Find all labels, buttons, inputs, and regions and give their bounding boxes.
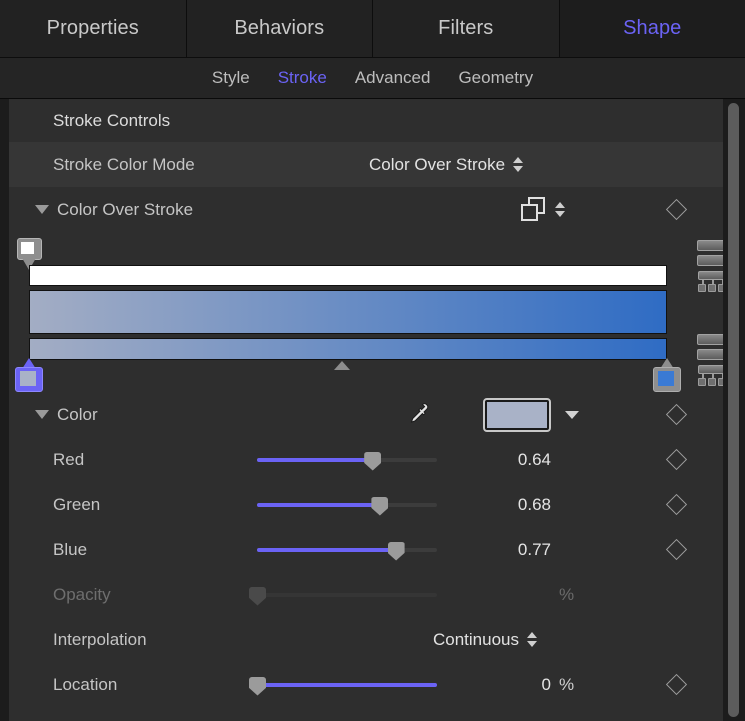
tab-properties-label: Properties xyxy=(47,17,139,40)
green-value[interactable]: 0.68 xyxy=(461,495,551,515)
red-label: Red xyxy=(53,450,84,470)
disclosure-triangle-icon[interactable] xyxy=(35,205,49,214)
gradient-editor xyxy=(9,232,723,392)
opacity-label: Opacity xyxy=(53,585,111,605)
subtab-advanced[interactable]: Advanced xyxy=(355,68,431,88)
section-header-stroke-controls: Stroke Controls xyxy=(9,99,723,142)
tab-shape-label: Shape xyxy=(623,17,681,40)
row-red: Red 0.64 xyxy=(9,437,723,482)
blue-value[interactable]: 0.77 xyxy=(461,540,551,560)
color-gradient-bar[interactable] xyxy=(29,338,667,360)
row-stroke-color-mode: Stroke Color Mode Color Over Stroke xyxy=(9,142,723,187)
row-opacity: Opacity % xyxy=(9,572,723,617)
opacity-unit: % xyxy=(559,585,574,605)
tab-filters[interactable]: Filters xyxy=(373,0,560,57)
color-gradient-preview[interactable] xyxy=(29,290,667,334)
keyframe-diamond-icon[interactable] xyxy=(666,674,687,695)
opacity-stop-swatch xyxy=(17,238,42,260)
chevron-down-icon[interactable] xyxy=(565,411,579,419)
row-blue: Blue 0.77 xyxy=(9,527,723,572)
subtab-style[interactable]: Style xyxy=(212,68,250,88)
row-location: Location 0 % xyxy=(9,662,723,707)
location-value[interactable]: 0 xyxy=(461,675,551,695)
keyframe-diamond-icon[interactable] xyxy=(666,539,687,560)
row-color-over-stroke: Color Over Stroke xyxy=(9,187,723,232)
location-label: Location xyxy=(53,675,117,695)
section-title: Stroke Controls xyxy=(53,111,170,131)
gradient-color-stop-start[interactable] xyxy=(15,358,43,392)
gradient-editor-area xyxy=(29,232,667,392)
shape-stroke-inspector: Properties Behaviors Filters Shape Style… xyxy=(0,0,745,721)
interpolation-value: Continuous xyxy=(433,630,519,650)
tab-behaviors-label: Behaviors xyxy=(234,17,324,40)
tab-filters-label: Filters xyxy=(438,17,493,40)
updown-arrows-icon xyxy=(512,157,524,172)
stroke-color-mode-label: Stroke Color Mode xyxy=(53,155,195,175)
opacity-gradient-bar[interactable] xyxy=(29,265,667,286)
color-over-stroke-popup[interactable] xyxy=(554,202,566,217)
location-unit: % xyxy=(559,675,574,695)
tab-behaviors[interactable]: Behaviors xyxy=(187,0,374,57)
red-slider[interactable] xyxy=(257,450,437,470)
keyframe-diamond-icon[interactable] xyxy=(666,449,687,470)
subtab-geometry[interactable]: Geometry xyxy=(458,68,533,88)
location-slider[interactable] xyxy=(257,675,437,695)
stroke-color-mode-value: Color Over Stroke xyxy=(369,155,505,175)
row-color: Color xyxy=(9,392,723,437)
color-over-stroke-label: Color Over Stroke xyxy=(57,200,193,220)
opacity-slider xyxy=(257,585,437,605)
stroke-color-mode-popup[interactable]: Color Over Stroke xyxy=(369,155,524,175)
updown-arrows-icon xyxy=(526,632,538,647)
stacked-squares-icon[interactable] xyxy=(521,197,547,223)
disclosure-triangle-icon[interactable] xyxy=(35,410,49,419)
updown-arrows-icon xyxy=(554,202,566,217)
inspector-rows: Stroke Controls Stroke Color Mode Color … xyxy=(9,99,723,721)
blue-label: Blue xyxy=(53,540,87,560)
subtab-stroke[interactable]: Stroke xyxy=(278,68,327,88)
scrollbar-thumb[interactable] xyxy=(728,103,739,717)
keyframe-diamond-icon[interactable] xyxy=(666,404,687,425)
color-label: Color xyxy=(57,405,98,425)
interpolation-popup[interactable]: Continuous xyxy=(433,630,538,650)
keyframe-diamond-icon[interactable] xyxy=(666,494,687,515)
inspector-content: Stroke Controls Stroke Color Mode Color … xyxy=(0,99,745,721)
stop-swatch xyxy=(15,367,43,392)
red-value[interactable]: 0.64 xyxy=(461,450,551,470)
stop-swatch xyxy=(653,367,681,392)
gradient-color-stop-end[interactable] xyxy=(653,358,681,392)
tab-shape[interactable]: Shape xyxy=(560,0,745,57)
green-slider[interactable] xyxy=(257,495,437,515)
green-label: Green xyxy=(53,495,100,515)
blue-slider[interactable] xyxy=(257,540,437,560)
tab-properties[interactable]: Properties xyxy=(0,0,187,57)
gradient-midpoint-marker[interactable] xyxy=(334,361,350,370)
vertical-scrollbar[interactable] xyxy=(723,99,745,721)
inspector-tabbar: Properties Behaviors Filters Shape xyxy=(0,0,745,58)
eyedropper-icon[interactable] xyxy=(405,402,429,428)
color-swatch[interactable] xyxy=(483,398,551,432)
keyframe-diamond-icon[interactable] xyxy=(666,199,687,220)
row-interpolation: Interpolation Continuous xyxy=(9,617,723,662)
row-green: Green 0.68 xyxy=(9,482,723,527)
interpolation-label: Interpolation xyxy=(53,630,147,650)
shape-subtabbar: Style Stroke Advanced Geometry xyxy=(0,58,745,99)
